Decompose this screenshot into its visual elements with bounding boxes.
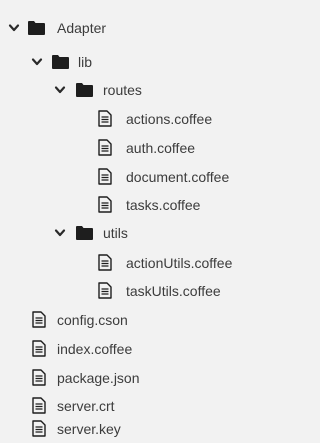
tree-item-routes[interactable]: routes xyxy=(0,75,255,104)
folder-label: routes xyxy=(103,81,142,98)
tree-item-actionutils-coffee[interactable]: actionUtils.coffee xyxy=(0,248,255,277)
tree-item-lib[interactable]: lib xyxy=(0,47,255,76)
tree-item-actions-coffee[interactable]: actions.coffee xyxy=(0,104,255,133)
tree-item-tasks-coffee[interactable]: tasks.coffee xyxy=(0,190,255,219)
folder-label: utils xyxy=(103,224,128,241)
file-label: index.coffee xyxy=(57,340,133,357)
file-label: package.json xyxy=(57,369,140,386)
file-text-icon xyxy=(32,340,46,357)
file-text-icon xyxy=(98,110,112,127)
chevron-down-icon[interactable] xyxy=(8,22,20,34)
file-text-icon xyxy=(32,420,46,437)
tree-item-adapter[interactable]: Adapter xyxy=(0,13,255,42)
folder-label: lib xyxy=(78,53,93,70)
file-text-icon xyxy=(32,311,46,328)
tree-item-server-key[interactable]: server.key xyxy=(0,414,255,443)
file-text-icon xyxy=(32,397,46,414)
folder-icon xyxy=(76,225,93,240)
file-label: actions.coffee xyxy=(126,110,213,127)
file-label: auth.coffee xyxy=(126,139,196,156)
file-label: actionUtils.coffee xyxy=(126,254,233,271)
tree-item-package-json[interactable]: package.json xyxy=(0,363,255,392)
file-label: tasks.coffee xyxy=(126,196,201,213)
tree-item-auth-coffee[interactable]: auth.coffee xyxy=(0,133,255,162)
chevron-down-icon[interactable] xyxy=(54,84,66,96)
file-label: taskUtils.coffee xyxy=(126,282,221,299)
tree-item-index-coffee[interactable]: index.coffee xyxy=(0,334,255,363)
file-text-icon xyxy=(98,168,112,185)
chevron-down-icon[interactable] xyxy=(31,56,43,68)
tree-item-document-coffee[interactable]: document.coffee xyxy=(0,162,255,191)
file-label: server.key xyxy=(57,420,121,437)
file-text-icon xyxy=(98,196,112,213)
folder-icon xyxy=(76,82,93,97)
chevron-down-icon[interactable] xyxy=(54,227,66,239)
file-label: config.cson xyxy=(57,311,128,328)
tree-item-taskutils-coffee[interactable]: taskUtils.coffee xyxy=(0,276,255,305)
file-text-icon xyxy=(98,139,112,156)
file-text-icon xyxy=(32,369,46,386)
folder-icon xyxy=(52,54,69,69)
file-label: document.coffee xyxy=(126,168,230,185)
file-text-icon xyxy=(98,282,112,299)
tree-item-config-cson[interactable]: config.cson xyxy=(0,305,255,334)
file-label: server.crt xyxy=(57,397,115,414)
file-tree: Adapter lib routes actions.coffee auth.c… xyxy=(0,0,255,443)
folder-label: Adapter xyxy=(57,19,107,36)
file-text-icon xyxy=(98,254,112,271)
folder-icon xyxy=(28,20,45,35)
tree-item-utils[interactable]: utils xyxy=(0,218,255,247)
